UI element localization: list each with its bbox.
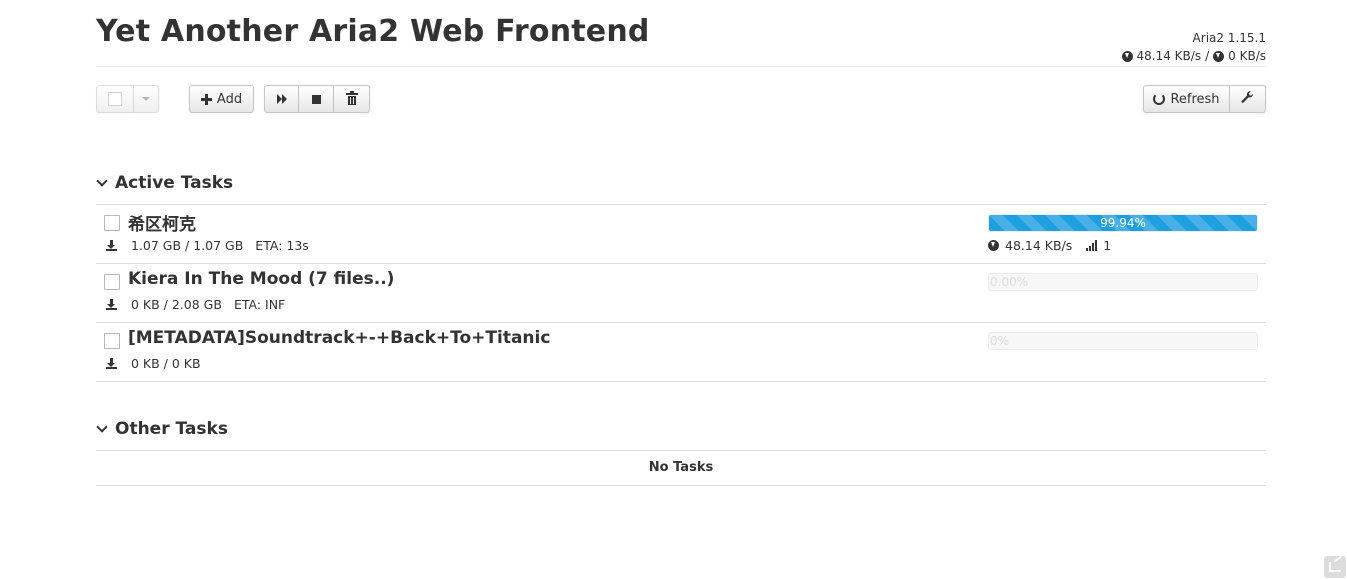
refresh-icon: [1153, 93, 1166, 105]
task-progress-bar: 99.94%: [988, 214, 1258, 232]
other-tasks-header[interactable]: Other Tasks: [96, 409, 1266, 451]
task-eta: ETA: 13s: [255, 238, 309, 253]
task-info: 0 KB / 0 KB: [106, 356, 201, 371]
download-icon: [106, 299, 117, 310]
download-icon: [106, 358, 117, 369]
caret-down-icon: [142, 97, 150, 101]
active-tasks-header[interactable]: Active Tasks: [96, 163, 1266, 205]
empty-state: No Tasks: [96, 451, 1266, 486]
other-tasks-section: Other Tasks No Tasks: [96, 409, 1266, 486]
progress-label: 99.94%: [1100, 216, 1146, 230]
select-all-button[interactable]: [96, 85, 134, 113]
download-icon: [106, 240, 117, 251]
app-title: Yet Another Aria2 Web Frontend: [96, 14, 650, 49]
task-connections: 1: [1103, 238, 1112, 253]
global-status: Aria2 1.15.1 48.14 KB/s / 0 KB/s: [1121, 29, 1266, 65]
chevron-down-icon: [96, 421, 108, 433]
signal-icon: [1086, 240, 1098, 251]
toolbar: Add Refresh: [96, 67, 1266, 163]
share-icon: [1329, 562, 1341, 572]
fast-forward-icon: [276, 94, 287, 104]
start-button[interactable]: [264, 85, 299, 113]
upload-speed: 0 KB/s: [1228, 49, 1266, 63]
download-circle-icon: [988, 240, 999, 251]
upload-speed-icon: [1213, 50, 1225, 62]
task-speed: 48.14 KB/s: [1005, 238, 1073, 253]
task-name: [METADATA]Soundtrack+-+Back+To+Titanic: [128, 328, 551, 348]
progress-label: 0%: [990, 334, 1010, 348]
task-progress-bar: 0%: [988, 332, 1258, 350]
refresh-button[interactable]: Refresh: [1143, 85, 1230, 113]
trash-icon: [345, 91, 358, 105]
main-container: Yet Another Aria2 Web Frontend Aria2 1.1…: [96, 0, 1266, 486]
task-row[interactable]: Kiera In The Mood (7 files..) 0 KB / 2.0…: [96, 264, 1266, 323]
progress-label: 0.00%: [990, 275, 1029, 289]
task-name: Kiera In The Mood (7 files..): [128, 269, 395, 289]
add-button[interactable]: Add: [189, 85, 254, 113]
active-tasks-section: Active Tasks 希区柯克 1.07 GB / 1.07 GB ETA:…: [96, 163, 1266, 382]
stop-button[interactable]: [299, 85, 334, 113]
active-tasks-title: Active Tasks: [115, 173, 234, 193]
download-speed: 48.14 KB/s: [1136, 49, 1202, 63]
task-size: 1.07 GB / 1.07 GB: [131, 238, 244, 253]
task-row[interactable]: [METADATA]Soundtrack+-+Back+To+Titanic 0…: [96, 323, 1266, 382]
task-row[interactable]: 希区柯克 1.07 GB / 1.07 GB ETA: 13s 99.94% 4…: [96, 205, 1266, 264]
share-button[interactable]: [1324, 556, 1346, 578]
refresh-button-label: Refresh: [1170, 91, 1220, 107]
wrench-icon: [1241, 91, 1254, 107]
task-size: 0 KB / 2.08 GB: [131, 297, 222, 312]
task-checkbox[interactable]: [104, 333, 120, 349]
chevron-down-icon: [96, 175, 108, 187]
select-dropdown-button[interactable]: [134, 85, 159, 113]
checkbox-icon: [108, 92, 122, 106]
stop-icon: [311, 94, 321, 104]
task-stats: 48.14 KB/s 1: [988, 238, 1111, 253]
add-button-label: Add: [216, 91, 243, 107]
download-speed-icon: [1121, 50, 1133, 62]
other-tasks-title: Other Tasks: [115, 419, 228, 439]
plus-icon: [200, 93, 212, 105]
speed-separator: /: [1205, 49, 1210, 63]
aria2-version: Aria2 1.15.1: [1192, 31, 1266, 45]
task-checkbox[interactable]: [104, 274, 120, 290]
task-size: 0 KB / 0 KB: [131, 356, 201, 371]
task-name: 希区柯克: [128, 215, 196, 235]
remove-button[interactable]: [334, 85, 370, 113]
task-info: 1.07 GB / 1.07 GB ETA: 13s: [106, 238, 309, 253]
task-eta: ETA: INF: [233, 297, 286, 312]
settings-button[interactable]: [1230, 85, 1266, 113]
task-info: 0 KB / 2.08 GB ETA: INF: [106, 297, 285, 312]
page-header: Yet Another Aria2 Web Frontend Aria2 1.1…: [96, 0, 1266, 67]
task-checkbox[interactable]: [104, 215, 120, 231]
task-progress-bar: 0.00%: [988, 273, 1258, 291]
global-speed: 48.14 KB/s / 0 KB/s: [1121, 47, 1266, 65]
